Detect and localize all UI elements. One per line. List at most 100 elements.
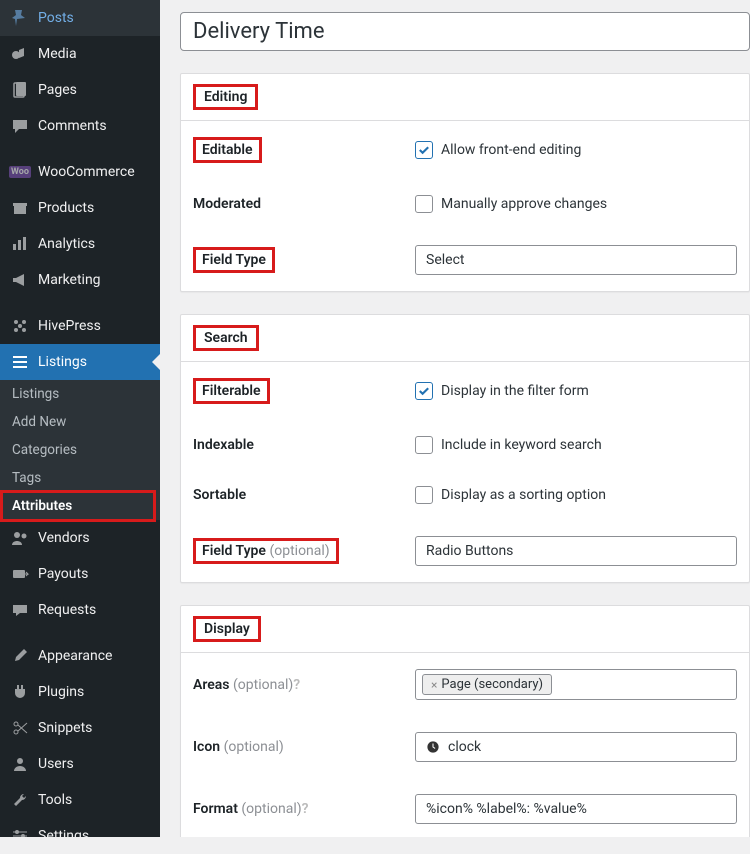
payout-icon	[10, 564, 30, 584]
sidebar-submenu: Listings Add New Categories Tags Attribu…	[0, 380, 160, 520]
search-fieldtype-label: Field Type (optional)	[193, 538, 339, 564]
sidebar-item-label: Pages	[38, 82, 77, 98]
indexable-desc: Include in keyword search	[441, 437, 602, 453]
editable-checkbox[interactable]	[415, 141, 433, 159]
areas-tag[interactable]: ×Page (secondary)	[422, 674, 552, 695]
sidebar-item-marketing[interactable]: Marketing	[0, 262, 160, 298]
editable-label: Editable	[193, 137, 262, 163]
hive-icon	[10, 316, 30, 336]
chart-icon	[10, 234, 30, 254]
field-moderated: Moderated Manually approve changes	[181, 179, 749, 229]
sidebar-item-label: Snippets	[38, 720, 92, 736]
submenu-attributes[interactable]: Attributes	[0, 492, 160, 520]
pin-icon	[10, 8, 30, 28]
sidebar-item-label: Analytics	[38, 236, 95, 252]
fieldtype-label: Field Type	[193, 247, 275, 273]
sidebar-item-label: Tools	[38, 792, 72, 808]
sidebar-item-label: Settings	[38, 828, 89, 844]
sidebar-item-comments[interactable]: Comments	[0, 108, 160, 144]
moderated-label: Moderated	[193, 196, 261, 212]
attribute-title-input[interactable]	[180, 12, 750, 51]
admin-sidebar: Posts Media Pages Comments Woo WooCommer…	[0, 0, 160, 837]
sidebar-item-payouts[interactable]: Payouts	[0, 556, 160, 592]
wrench-icon	[10, 790, 30, 810]
sidebar-item-plugins[interactable]: Plugins	[0, 674, 160, 710]
postbox-editing: Editing Editable Allow front-end editing…	[180, 73, 750, 292]
sidebar-item-label: Marketing	[38, 272, 101, 288]
icon-opt: (optional)	[224, 739, 284, 755]
woo-icon: Woo	[10, 162, 30, 182]
submenu-listings[interactable]: Listings	[0, 380, 160, 408]
sidebar-item-tools[interactable]: Tools	[0, 782, 160, 818]
sidebar-item-label: Comments	[38, 118, 107, 134]
search-fieldtype-select[interactable]: Radio Buttons	[415, 536, 737, 566]
sidebar-item-label: Vendors	[38, 530, 90, 546]
sidebar-item-requests[interactable]: Requests	[0, 592, 160, 628]
sidebar-item-appearance[interactable]: Appearance	[0, 638, 160, 674]
field-icon: Icon (optional) clock	[181, 716, 749, 778]
page-icon	[10, 80, 30, 100]
sidebar-item-label: Listings	[38, 354, 87, 370]
search-heading: Search	[193, 325, 259, 351]
sidebar-item-listings[interactable]: Listings	[0, 344, 160, 380]
sortable-desc: Display as a sorting option	[441, 487, 606, 503]
sortable-label: Sortable	[193, 487, 246, 503]
areas-select[interactable]: ×Page (secondary)	[415, 669, 737, 700]
sidebar-item-hivepress[interactable]: HivePress	[0, 308, 160, 344]
indexable-checkbox[interactable]	[415, 436, 433, 454]
sortable-checkbox[interactable]	[415, 486, 433, 504]
remove-tag-icon[interactable]: ×	[431, 678, 437, 692]
archive-icon	[10, 198, 30, 218]
submenu-categories[interactable]: Categories	[0, 436, 160, 464]
field-editing-fieldtype: Field Type Select	[181, 229, 749, 291]
areas-opt: (optional)	[233, 677, 293, 693]
format-label: Format	[193, 801, 238, 817]
indexable-label: Indexable	[193, 437, 254, 453]
brush-icon	[10, 646, 30, 666]
icon-label: Icon	[193, 739, 220, 755]
person-icon	[10, 754, 30, 774]
submenu-tags[interactable]: Tags	[0, 464, 160, 492]
sidebar-item-vendors[interactable]: Vendors	[0, 520, 160, 556]
sidebar-item-label: Media	[38, 46, 77, 62]
sidebar-item-label: Products	[38, 200, 94, 216]
sidebar-item-label: WooCommerce	[38, 164, 135, 180]
field-indexable: Indexable Include in keyword search	[181, 420, 749, 470]
sidebar-item-label: Users	[38, 756, 74, 772]
sidebar-item-products[interactable]: Products	[0, 190, 160, 226]
sidebar-item-woocommerce[interactable]: Woo WooCommerce	[0, 154, 160, 190]
sidebar-item-users[interactable]: Users	[0, 746, 160, 782]
field-format: Format (optional)? %icon% %label%: %valu…	[181, 778, 749, 837]
filterable-desc: Display in the filter form	[441, 383, 589, 399]
sidebar-item-label: Payouts	[38, 566, 88, 582]
sidebar-item-analytics[interactable]: Analytics	[0, 226, 160, 262]
media-icon	[10, 44, 30, 64]
filterable-checkbox[interactable]	[415, 382, 433, 400]
clock-icon	[426, 740, 440, 754]
format-input[interactable]: %icon% %label%: %value%	[415, 794, 737, 824]
moderated-desc: Manually approve changes	[441, 196, 607, 212]
field-sortable: Sortable Display as a sorting option	[181, 470, 749, 520]
sidebar-item-label: Appearance	[38, 648, 112, 664]
display-heading: Display	[193, 616, 261, 642]
sidebar-item-label: Requests	[38, 602, 96, 618]
sidebar-item-snippets[interactable]: Snippets	[0, 710, 160, 746]
sidebar-item-settings[interactable]: Settings	[0, 818, 160, 854]
editing-fieldtype-select[interactable]: Select	[415, 245, 737, 275]
filterable-label: Filterable	[193, 378, 270, 404]
sidebar-item-posts[interactable]: Posts	[0, 0, 160, 36]
field-editable: Editable Allow front-end editing	[181, 121, 749, 179]
postbox-display: Display Areas (optional)? ×Page (seconda…	[180, 605, 750, 837]
sidebar-item-label: Plugins	[38, 684, 84, 700]
icon-select[interactable]: clock	[415, 732, 737, 762]
request-icon	[10, 600, 30, 620]
help-icon[interactable]: ?	[293, 677, 300, 693]
postbox-search: Search Filterable Display in the filter …	[180, 314, 750, 583]
submenu-add-new[interactable]: Add New	[0, 408, 160, 436]
postbox-header: Display	[181, 606, 749, 653]
moderated-checkbox[interactable]	[415, 195, 433, 213]
sidebar-item-pages[interactable]: Pages	[0, 72, 160, 108]
list-icon	[10, 352, 30, 372]
sidebar-item-media[interactable]: Media	[0, 36, 160, 72]
help-icon[interactable]: ?	[302, 801, 309, 817]
